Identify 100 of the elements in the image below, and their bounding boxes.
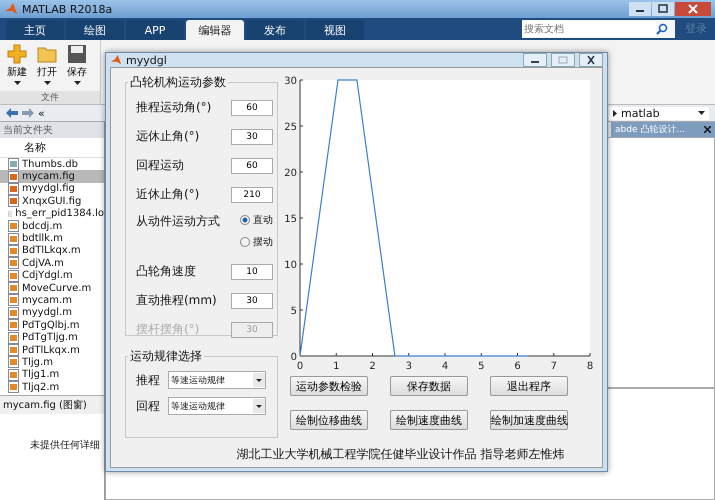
file-icon xyxy=(8,282,19,294)
search-icon xyxy=(656,23,668,35)
credits-text: 湖北工业大学机械工程学院任健毕业设计作品 指导老师左惟炜 xyxy=(236,446,566,463)
y-tick-label: 30 xyxy=(284,76,297,87)
toolstrip-button[interactable]: 新建 xyxy=(4,43,30,85)
file-icon xyxy=(8,356,19,368)
radio-option[interactable]: 直动 xyxy=(240,213,273,227)
y-tick-label: 25 xyxy=(284,122,297,133)
window-title: MATLAB R2018a xyxy=(22,2,112,16)
field-label: 凸轮角速度 xyxy=(136,263,196,280)
file-item[interactable]: CdjVA.m xyxy=(0,257,104,270)
back-arrow-icon[interactable] xyxy=(6,108,18,118)
input-field[interactable]: 210 xyxy=(231,186,273,202)
push-button[interactable]: 运动参数检验 xyxy=(290,376,368,396)
field-label: 回程运动 xyxy=(136,157,184,174)
file-item[interactable]: MoveCurve.m xyxy=(0,282,104,294)
file-icon xyxy=(8,319,19,332)
ribbon-tab[interactable]: 发布 xyxy=(246,20,304,40)
field-label: 远休止角(°) xyxy=(136,128,200,145)
x-tick-label: 6 xyxy=(514,361,521,372)
field-label: 推程运动角(°) xyxy=(136,99,212,116)
file-item[interactable]: Tljg1.m xyxy=(0,368,104,382)
close-button[interactable] xyxy=(675,2,711,16)
input-field[interactable]: 10 xyxy=(231,264,273,280)
input-field[interactable]: 30 xyxy=(231,128,273,144)
close-button[interactable] xyxy=(579,53,603,67)
field-label: 摆杆摆角(°) xyxy=(136,321,200,338)
matlab-logo-icon xyxy=(4,2,18,16)
dropdown-caret-icon[interactable] xyxy=(698,111,705,115)
y-tick-label: 20 xyxy=(284,168,297,179)
push-button[interactable]: 绘制位移曲线 xyxy=(290,410,368,430)
file-icon xyxy=(8,232,19,245)
file-item[interactable]: myydgl.fig xyxy=(0,182,104,196)
file-item[interactable]: XnqxGUI.fig xyxy=(0,195,104,208)
x-tick-label: 2 xyxy=(369,361,376,372)
ribbon-tab[interactable]: 编辑器 xyxy=(186,20,244,40)
ribbon-tab[interactable]: 绘图 xyxy=(66,20,124,40)
column-header[interactable]: 名称 xyxy=(0,138,104,158)
y-tick-label: 0 xyxy=(290,352,297,363)
radio-option[interactable]: 摆动 xyxy=(240,235,273,249)
file-icon xyxy=(8,182,19,195)
field-label: 回程 xyxy=(136,398,160,414)
path-chevrons[interactable]: « xyxy=(38,106,45,120)
minimize-button[interactable] xyxy=(523,53,547,67)
details-title: mycam.fig (图窗) xyxy=(0,395,104,414)
ribbon-tab[interactable]: 主页 xyxy=(6,20,64,40)
file-item[interactable]: bdcdj.m xyxy=(0,220,104,232)
close-icon[interactable] xyxy=(704,126,711,133)
toolstrip-button[interactable]: 保存 xyxy=(64,43,90,85)
x-tick-label: 4 xyxy=(442,361,448,372)
file-item[interactable]: BdTlLkqx.m xyxy=(0,244,104,258)
file-icon xyxy=(8,170,19,183)
file-item[interactable]: mycam.m xyxy=(0,294,104,307)
y-tick-label: 15 xyxy=(284,214,297,225)
file-item[interactable]: PdTlLkqx.m xyxy=(0,344,104,356)
push-button[interactable]: 退出程序 xyxy=(490,376,568,396)
push-button[interactable]: 保存数据 xyxy=(390,376,468,396)
search-field[interactable]: 搜索文档 xyxy=(522,21,656,37)
ribbon-tab[interactable]: APP xyxy=(126,20,184,40)
file-item[interactable]: PdTgQlbj.m xyxy=(0,319,104,332)
file-item[interactable]: CdjYdgl.m xyxy=(0,270,104,282)
file-item[interactable]: Tljq2.m xyxy=(0,381,104,394)
minimize-button[interactable] xyxy=(629,2,651,16)
push-button[interactable]: 绘制速度曲线 xyxy=(390,410,468,430)
file-icon xyxy=(8,332,19,344)
input-field[interactable]: 60 xyxy=(231,158,273,174)
input-field[interactable]: 60 xyxy=(231,100,273,116)
file-item[interactable]: myydgl.m xyxy=(0,306,104,320)
ribbon-tab[interactable]: 视图 xyxy=(306,20,364,40)
x-tick-label: 5 xyxy=(478,361,484,372)
maximize-button[interactable] xyxy=(652,2,674,16)
window-title: myydgl xyxy=(126,54,167,66)
file-item[interactable]: hs_err_pid1384.lo xyxy=(0,208,104,220)
y-tick-label: 5 xyxy=(290,306,297,317)
caret-icon xyxy=(44,81,50,85)
x-tick-label: 7 xyxy=(550,361,557,372)
file-icon xyxy=(8,294,19,306)
file-icon xyxy=(8,381,19,394)
push-button[interactable]: 绘制加速度曲线 xyxy=(490,410,568,430)
dropdown[interactable]: 等速运动规律 xyxy=(168,397,266,415)
file-item[interactable]: Thumbs.db xyxy=(0,158,104,170)
y-tick-label: 10 xyxy=(284,260,297,271)
input-field[interactable]: 30 xyxy=(231,292,273,308)
file-item[interactable]: bdtllk.m xyxy=(0,232,104,245)
file-item[interactable]: Tljg.m xyxy=(0,356,104,369)
section-label: 文件 xyxy=(0,91,100,104)
breadcrumb-arrow-icon xyxy=(613,110,617,116)
toolstrip-button[interactable]: 打开 xyxy=(34,43,60,85)
x-tick-label: 1 xyxy=(333,361,340,372)
file-icon xyxy=(8,270,19,282)
caret-icon xyxy=(14,81,20,85)
field-label: 近休止角(°) xyxy=(136,186,200,203)
file-icon xyxy=(8,244,19,257)
x-tick-label: 3 xyxy=(406,361,412,372)
file-icon xyxy=(8,158,19,170)
caret-icon xyxy=(74,81,80,85)
dropdown[interactable]: 等速运动规律 xyxy=(168,371,266,389)
file-item[interactable]: PdTgTljg.m xyxy=(0,331,104,344)
file-item[interactable]: mycam.fig xyxy=(0,170,104,183)
details-text: 未提供任何详细 xyxy=(29,438,101,452)
